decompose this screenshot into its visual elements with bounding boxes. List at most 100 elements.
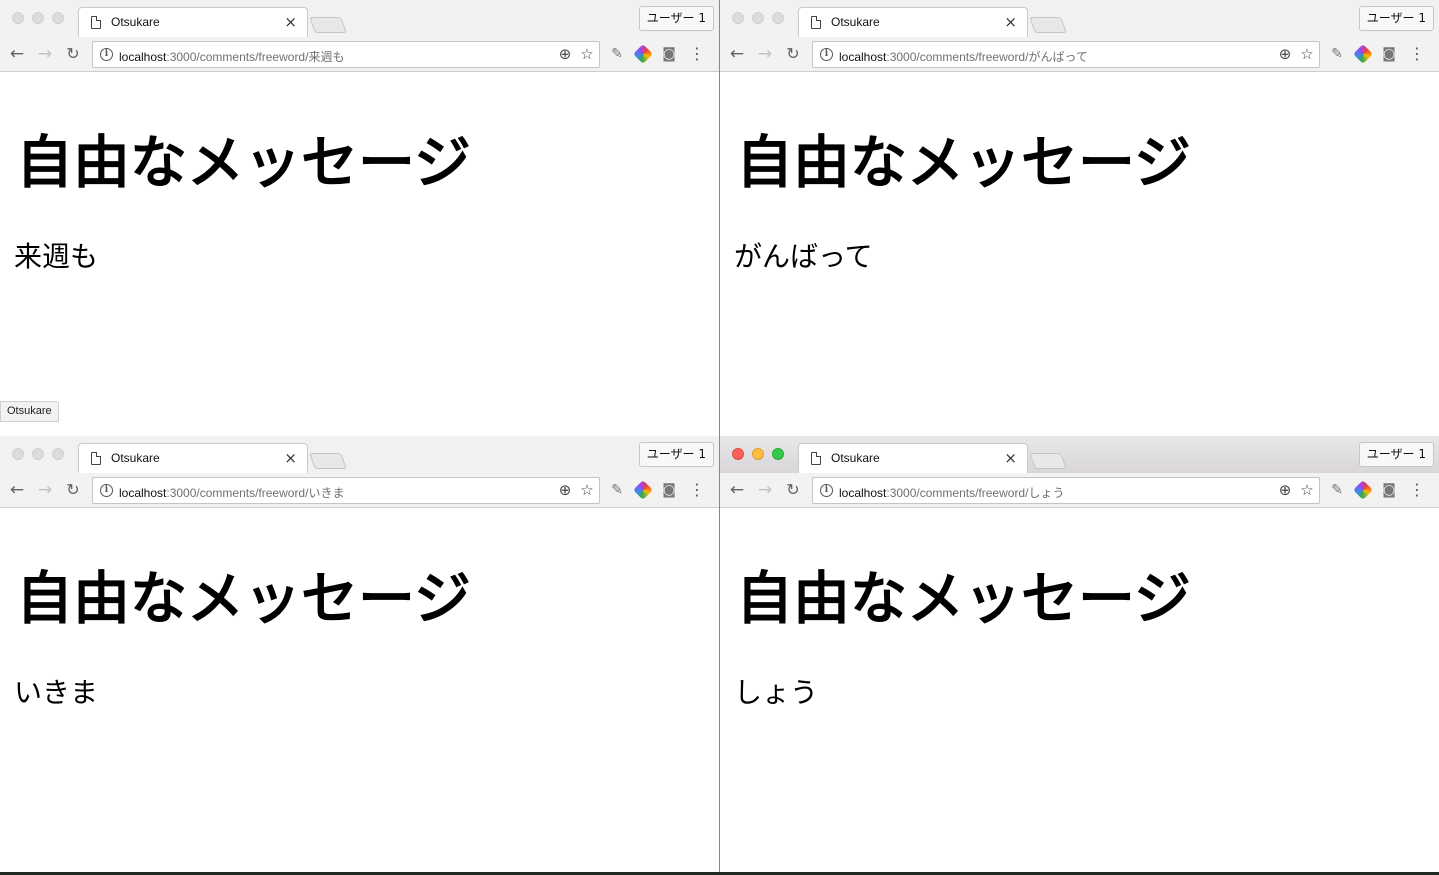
- profile-button[interactable]: ユーザー 1: [638, 6, 714, 31]
- url-path: :3000/comments/freeword/来週も: [166, 50, 345, 64]
- page-heading: 自由なメッセージ: [16, 566, 471, 632]
- color-picker-icon[interactable]: [633, 44, 653, 64]
- forward-icon[interactable]: →: [754, 479, 776, 501]
- back-icon[interactable]: ←: [726, 479, 748, 501]
- toolbar: ← → ↻ i localhost:3000/comments/freeword…: [720, 473, 1439, 508]
- url-host: localhost: [119, 486, 167, 500]
- tab-title: Otsukare: [111, 451, 160, 465]
- menu-icon[interactable]: ⋮: [688, 481, 706, 499]
- info-icon[interactable]: i: [100, 484, 113, 497]
- message-text: がんばって: [734, 240, 873, 273]
- bookmark-star-icon[interactable]: ☆: [1299, 45, 1315, 63]
- reload-icon[interactable]: ↻: [782, 479, 804, 501]
- info-icon[interactable]: i: [820, 48, 833, 61]
- zoom-window-button[interactable]: [52, 12, 64, 24]
- info-icon[interactable]: i: [100, 48, 113, 61]
- color-picker-icon[interactable]: [633, 480, 653, 500]
- forward-icon[interactable]: →: [34, 43, 56, 65]
- address-bar[interactable]: i localhost:3000/comments/freeword/いきま ⊕…: [92, 477, 600, 504]
- extension-icon[interactable]: ✎: [1328, 45, 1346, 63]
- new-tab-button[interactable]: [309, 453, 347, 469]
- zoom-window-button[interactable]: [772, 448, 784, 460]
- bookmark-star-icon[interactable]: ☆: [579, 481, 595, 499]
- back-icon[interactable]: ←: [6, 479, 28, 501]
- close-window-button[interactable]: [12, 12, 24, 24]
- camera-icon[interactable]: ◙: [660, 481, 678, 499]
- minimize-window-button[interactable]: [752, 448, 764, 460]
- back-icon[interactable]: ←: [726, 43, 748, 65]
- forward-icon[interactable]: →: [754, 43, 776, 65]
- browser-tab[interactable]: Otsukare ×: [78, 7, 308, 38]
- menu-icon[interactable]: ⋮: [688, 45, 706, 63]
- browser-tab[interactable]: Otsukare ×: [798, 7, 1028, 38]
- bookmark-star-icon[interactable]: ☆: [1299, 481, 1315, 499]
- zoom-icon[interactable]: ⊕: [1277, 481, 1293, 499]
- address-bar[interactable]: i localhost:3000/comments/freeword/しょう ⊕…: [812, 477, 1320, 504]
- browser-window-bottom-right: Otsukare × ユーザー 1 ← → ↻ i localhost:3000…: [720, 436, 1439, 872]
- zoom-icon[interactable]: ⊕: [557, 45, 573, 63]
- forward-icon[interactable]: →: [34, 479, 56, 501]
- zoom-icon[interactable]: ⊕: [557, 481, 573, 499]
- color-picker-icon[interactable]: [1353, 44, 1373, 64]
- toolbar: ← → ↻ i localhost:3000/comments/freeword…: [720, 37, 1439, 72]
- page-icon: [91, 16, 101, 29]
- tab-title: Otsukare: [831, 15, 880, 29]
- message-text: 来週も: [14, 240, 99, 273]
- camera-icon[interactable]: ◙: [1380, 45, 1398, 63]
- profile-button[interactable]: ユーザー 1: [638, 442, 714, 467]
- extension-icon[interactable]: ✎: [608, 45, 626, 63]
- browser-window-bottom-left: Otsukare × ユーザー 1 ← → ↻ i localhost:3000…: [0, 436, 719, 872]
- page-content: 自由なメッセージ しょう: [720, 509, 1439, 872]
- close-tab-icon[interactable]: ×: [1004, 13, 1017, 31]
- close-window-button[interactable]: [12, 448, 24, 460]
- close-tab-icon[interactable]: ×: [284, 13, 297, 31]
- color-picker-icon[interactable]: [1353, 480, 1373, 500]
- zoom-window-button[interactable]: [52, 448, 64, 460]
- page-content: 自由なメッセージ がんばって: [720, 73, 1439, 436]
- tab-title: Otsukare: [111, 15, 160, 29]
- bookmark-star-icon[interactable]: ☆: [579, 45, 595, 63]
- window-divider-vertical: [719, 0, 720, 875]
- url-text: localhost:3000/comments/freeword/しょう: [839, 484, 1064, 501]
- address-bar[interactable]: i localhost:3000/comments/freeword/がんばって…: [812, 41, 1320, 68]
- camera-icon[interactable]: ◙: [660, 45, 678, 63]
- titlebar: Otsukare × ユーザー 1: [720, 0, 1439, 38]
- page-icon: [91, 452, 101, 465]
- new-tab-button[interactable]: [1029, 17, 1067, 33]
- close-window-button[interactable]: [732, 448, 744, 460]
- reload-icon[interactable]: ↻: [62, 43, 84, 65]
- reload-icon[interactable]: ↻: [782, 43, 804, 65]
- address-bar[interactable]: i localhost:3000/comments/freeword/来週も ⊕…: [92, 41, 600, 68]
- page-icon: [811, 16, 821, 29]
- close-tab-icon[interactable]: ×: [284, 449, 297, 467]
- minimize-window-button[interactable]: [32, 12, 44, 24]
- browser-tab[interactable]: Otsukare ×: [78, 443, 308, 474]
- page-icon: [811, 452, 821, 465]
- minimize-window-button[interactable]: [752, 12, 764, 24]
- profile-button[interactable]: ユーザー 1: [1358, 6, 1434, 31]
- url-text: localhost:3000/comments/freeword/来週も: [119, 48, 344, 65]
- url-host: localhost: [839, 50, 887, 64]
- reload-icon[interactable]: ↻: [62, 479, 84, 501]
- profile-button[interactable]: ユーザー 1: [1358, 442, 1434, 467]
- close-window-button[interactable]: [732, 12, 744, 24]
- zoom-icon[interactable]: ⊕: [1277, 45, 1293, 63]
- window-controls: [732, 12, 784, 24]
- extension-icon[interactable]: ✎: [608, 481, 626, 499]
- toolbar: ← → ↻ i localhost:3000/comments/freeword…: [0, 37, 719, 72]
- minimize-window-button[interactable]: [32, 448, 44, 460]
- url-path: :3000/comments/freeword/がんばって: [886, 50, 1088, 64]
- info-icon[interactable]: i: [820, 484, 833, 497]
- window-controls: [732, 448, 784, 460]
- camera-icon[interactable]: ◙: [1380, 481, 1398, 499]
- new-tab-button[interactable]: [1029, 453, 1067, 469]
- close-tab-icon[interactable]: ×: [1004, 449, 1017, 467]
- zoom-window-button[interactable]: [772, 12, 784, 24]
- back-icon[interactable]: ←: [6, 43, 28, 65]
- browser-tab[interactable]: Otsukare ×: [798, 443, 1028, 474]
- extension-icon[interactable]: ✎: [1328, 481, 1346, 499]
- menu-icon[interactable]: ⋮: [1408, 481, 1426, 499]
- titlebar: Otsukare × ユーザー 1: [0, 436, 719, 474]
- new-tab-button[interactable]: [309, 17, 347, 33]
- menu-icon[interactable]: ⋮: [1408, 45, 1426, 63]
